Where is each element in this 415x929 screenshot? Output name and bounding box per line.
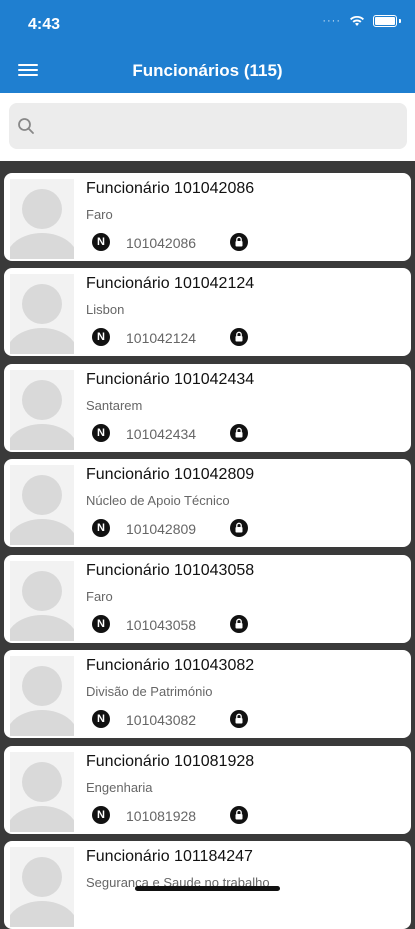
n-badge-icon: N bbox=[92, 424, 110, 442]
lock-icon bbox=[230, 710, 248, 728]
employee-number: 101042434 bbox=[126, 426, 197, 442]
employee-department: Faro bbox=[86, 589, 113, 604]
n-badge-icon: N bbox=[92, 806, 110, 824]
employee-department: Lisbon bbox=[86, 302, 125, 317]
employee-department: Engenharia bbox=[86, 780, 153, 795]
avatar-placeholder-icon bbox=[10, 561, 74, 641]
avatar-placeholder-icon bbox=[10, 752, 74, 832]
employee-card[interactable]: Funcionário 101042434 Santarem N 1010424… bbox=[4, 364, 411, 452]
employee-name: Funcionário 101081928 bbox=[86, 753, 255, 770]
employee-department: Faro bbox=[86, 207, 113, 222]
employee-name: Funcionário 101042086 bbox=[86, 180, 255, 197]
avatar-placeholder-icon bbox=[10, 465, 74, 545]
employee-number: 101042809 bbox=[126, 521, 197, 537]
employee-name: Funcionário 101042124 bbox=[86, 275, 255, 292]
employee-number: 101043058 bbox=[126, 617, 197, 633]
lock-icon bbox=[230, 328, 248, 346]
employee-department: Núcleo de Apoio Técnico bbox=[86, 493, 230, 508]
search-icon bbox=[18, 118, 34, 134]
search-bar bbox=[0, 93, 415, 161]
employee-number: 101042086 bbox=[126, 235, 197, 251]
employee-number: 101043082 bbox=[126, 712, 197, 728]
employee-card[interactable]: Funcionário 101043058 Faro N 101043058 bbox=[4, 555, 411, 643]
wifi-icon bbox=[350, 15, 364, 26]
page-title: Funcionários (115) bbox=[132, 61, 283, 80]
search-box[interactable] bbox=[9, 103, 407, 151]
n-badge-icon: N bbox=[92, 233, 110, 251]
employee-name: Funcionário 101043082 bbox=[86, 657, 255, 674]
employee-card[interactable]: Funcionário 101042086 Faro N 101042086 bbox=[4, 173, 411, 261]
lock-icon bbox=[230, 519, 248, 537]
status-icons: ···· bbox=[322, 15, 401, 27]
lock-icon bbox=[230, 424, 248, 442]
n-badge-icon: N bbox=[92, 615, 110, 633]
avatar-placeholder-icon bbox=[10, 370, 74, 450]
home-indicator[interactable] bbox=[135, 886, 280, 891]
employee-department: Santarem bbox=[86, 398, 143, 413]
employee-name: Funcionário 101043058 bbox=[86, 562, 255, 579]
employee-name: Funcionário 101184247 bbox=[86, 848, 253, 865]
employee-name: Funcionário 101042809 bbox=[86, 466, 255, 483]
employee-number: 101042124 bbox=[126, 330, 197, 346]
employee-card[interactable]: Funcionário 101042809 Núcleo de Apoio Té… bbox=[4, 459, 411, 547]
lock-icon bbox=[230, 806, 248, 824]
avatar-placeholder-icon bbox=[10, 274, 74, 354]
lock-icon bbox=[230, 615, 248, 633]
n-badge-icon: N bbox=[92, 710, 110, 728]
employee-card[interactable]: Funcionário 101184247 Segurança e Saude … bbox=[4, 841, 411, 929]
employee-number: 101081928 bbox=[126, 808, 197, 824]
employee-card[interactable]: Funcionário 101042124 Lisbon N 101042124 bbox=[4, 268, 411, 356]
employee-name: Funcionário 101042434 bbox=[86, 371, 255, 388]
lock-icon bbox=[230, 233, 248, 251]
avatar-placeholder-icon bbox=[10, 847, 74, 927]
n-badge-icon: N bbox=[92, 328, 110, 346]
status-time: 4:43 bbox=[28, 16, 61, 33]
app-header: 4:43 ···· Funcionários (115) bbox=[0, 0, 415, 93]
employee-card[interactable]: Funcionário 101043082 Divisão de Patrimó… bbox=[4, 650, 411, 738]
search-input[interactable] bbox=[43, 103, 397, 151]
battery-icon bbox=[373, 15, 397, 27]
avatar-placeholder-icon bbox=[10, 179, 74, 259]
employee-card[interactable]: Funcionário 101081928 Engenharia N 10108… bbox=[4, 746, 411, 834]
avatar-placeholder-icon bbox=[10, 656, 74, 736]
employee-department: Divisão de Património bbox=[86, 684, 213, 699]
signal-icon: ···· bbox=[322, 15, 341, 27]
n-badge-icon: N bbox=[92, 519, 110, 537]
